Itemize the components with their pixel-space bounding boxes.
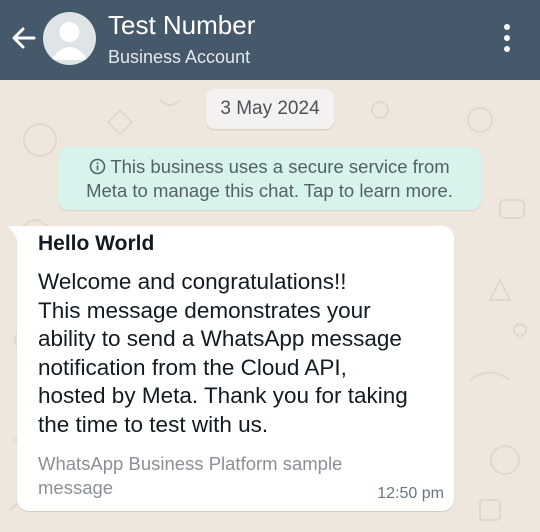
- more-options-button[interactable]: [494, 20, 520, 56]
- message-body-line: This message demonstrates your: [38, 297, 371, 323]
- message-footer: WhatsApp Business Platform sample messag…: [38, 452, 398, 500]
- contact-subtitle: Business Account: [108, 47, 251, 67]
- message-title: Hello World: [38, 232, 155, 255]
- arrow-left-icon: [12, 27, 36, 49]
- message-body-line: the time to test with us.: [38, 411, 269, 437]
- message-timestamp: 12:50 pm: [377, 485, 444, 502]
- more-vertical-icon-dot: [504, 35, 510, 41]
- back-button[interactable]: [6, 20, 42, 56]
- default-avatar-icon: [51, 22, 88, 60]
- message-body-line: ability to send a WhatsApp message: [38, 326, 402, 351]
- message-footer-line: message: [38, 477, 114, 498]
- message-body-line: hosted by Meta. Thank you for taking: [38, 383, 408, 408]
- notice-line-1: This business uses a secure service from: [58, 155, 481, 179]
- notice-text-2: Meta to manage this chat. Tap to learn m…: [86, 180, 453, 201]
- contact-name: Test Number: [108, 10, 256, 40]
- notice-text-1: This business uses a secure service from: [110, 156, 450, 177]
- more-vertical-icon: [504, 24, 510, 30]
- date-separator: 3 May 2024: [206, 89, 334, 129]
- chat-header: Test Number Business Account: [0, 0, 540, 80]
- message-bubble[interactable]: Hello World Welcome and congratulations!…: [17, 226, 454, 511]
- encryption-notice[interactable]: This business uses a secure service from…: [58, 147, 481, 210]
- message-body-line: Welcome and congratulations!!: [38, 269, 347, 294]
- more-vertical-icon-dot: [504, 46, 510, 52]
- message-body: Welcome and congratulations!! This messa…: [38, 268, 448, 439]
- message-body-line: notification from the Cloud API,: [38, 354, 347, 380]
- info-icon: [90, 158, 106, 175]
- contact-info[interactable]: Test Number Business Account: [108, 10, 255, 69]
- avatar[interactable]: [43, 12, 96, 65]
- message-footer-line: WhatsApp Business Platform sample: [38, 453, 343, 474]
